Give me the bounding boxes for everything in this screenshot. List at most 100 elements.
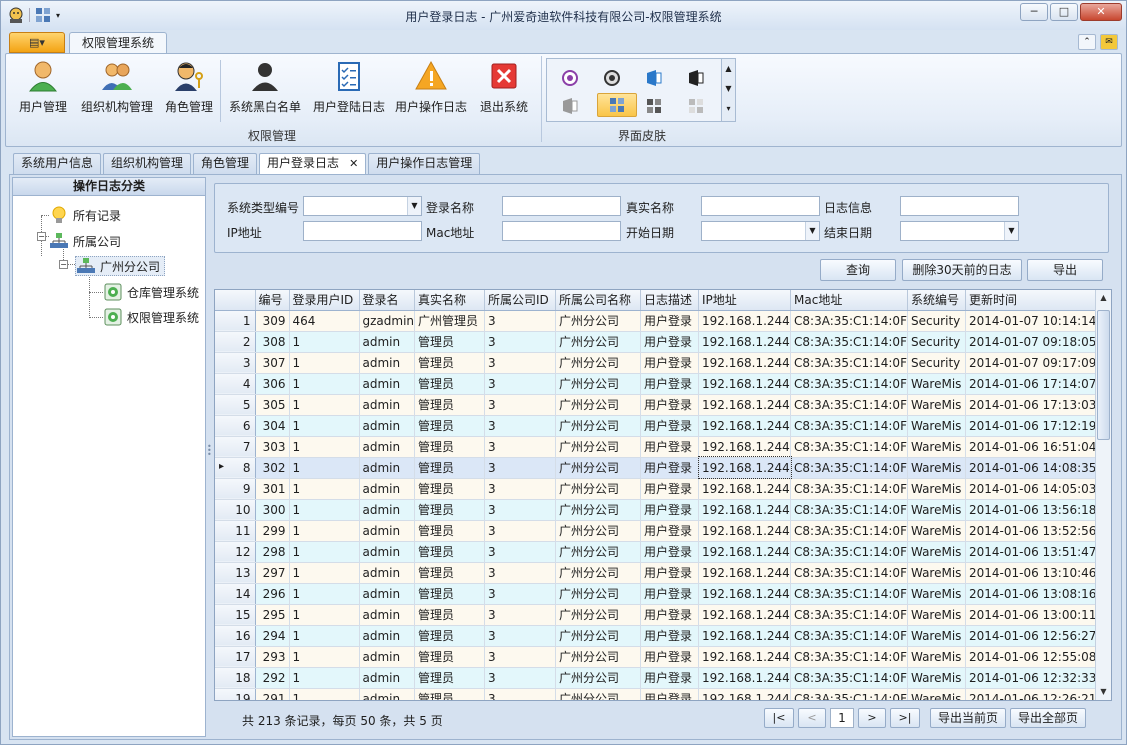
column-header[interactable]: 日志描述 <box>640 290 700 311</box>
export-all-pages-button[interactable]: 导出全部页 <box>1010 708 1086 728</box>
row-number[interactable]: 14 <box>215 583 256 605</box>
maximize-button[interactable]: □ <box>1050 3 1078 21</box>
chevron-down-icon[interactable]: ▼ <box>407 197 421 215</box>
tab-role-management[interactable]: 角色管理 <box>193 153 258 174</box>
app-menu-button[interactable]: ▤▾ <box>9 32 65 53</box>
tree-collapse-icon[interactable]: − <box>59 260 68 269</box>
table-row[interactable]: 17 293 1 admin 管理员 3 广州分公司 用户登录 192.168.1.244 C8:… <box>215 646 1104 668</box>
table-row[interactable]: 11 299 1 admin 管理员 3 广州分公司 用户登录 192.168.1.244 C8:… <box>215 520 1104 542</box>
column-header[interactable]: IP地址 <box>698 290 792 311</box>
chevron-down-icon[interactable]: ▼ <box>1004 222 1018 240</box>
ip-input[interactable] <box>303 221 422 241</box>
scroll-down-icon[interactable]: ▼ <box>1096 684 1111 700</box>
operation-log-button[interactable]: 用户操作日志 <box>392 58 470 118</box>
row-number[interactable]: 7 <box>215 436 256 458</box>
table-row[interactable]: 6 304 1 admin 管理员 3 广州分公司 用户登录 192.168.1.244 C8:3… <box>215 415 1104 437</box>
row-number[interactable]: 6 <box>215 415 256 437</box>
log-info-input[interactable] <box>900 196 1019 216</box>
table-row[interactable]: 12 298 1 admin 管理员 3 广州分公司 用户登录 192.168.1.244 C8:… <box>215 541 1104 563</box>
table-row[interactable]: 15 295 1 admin 管理员 3 广州分公司 用户登录 192.168.1.244 C8:… <box>215 604 1104 626</box>
delete-old-logs-button[interactable]: 删除30天前的日志 <box>902 259 1022 281</box>
first-page-button[interactable]: |< <box>764 708 794 728</box>
page-number-input[interactable]: 1 <box>830 708 854 728</box>
table-row[interactable]: 4 306 1 admin 管理员 3 广州分公司 用户登录 192.168.1.244 C8:3… <box>215 373 1104 395</box>
column-header[interactable]: 编号 <box>255 290 290 311</box>
row-number[interactable]: 10 <box>215 499 256 521</box>
table-row[interactable]: 1 309 464 gzadmin 广州管理员 3 广州分公司 用户登录 192.168.1.2… <box>215 310 1104 332</box>
tree-collapse-icon[interactable]: − <box>37 232 46 241</box>
skin-office-blue-icon[interactable] <box>645 69 663 87</box>
scroll-up-icon[interactable]: ▲ <box>1096 290 1111 306</box>
skin-office-silver-icon[interactable] <box>561 97 579 115</box>
export-button[interactable]: 导出 <box>1027 259 1103 281</box>
table-row-selected[interactable]: 8 ▸ 302 1 admin 管理员 3 广州分公司 用户登录 192.168.1.244 C8:… <box>215 456 1104 479</box>
table-row[interactable]: 18 292 1 admin 管理员 3 广州分公司 用户登录 192.168.1.244 C8:… <box>215 667 1104 689</box>
tree-node-all-records[interactable]: 所有记录 <box>49 205 121 225</box>
scroll-thumb[interactable] <box>1097 310 1110 440</box>
column-header[interactable]: 登录用户ID <box>289 290 360 311</box>
tab-login-log[interactable]: 用户登录日志 ✕ <box>259 153 367 175</box>
column-header[interactable]: 所属公司ID <box>484 290 557 311</box>
real-name-input[interactable] <box>701 196 820 216</box>
last-page-button[interactable]: >| <box>890 708 920 728</box>
table-row[interactable]: 5 305 1 admin 管理员 3 广州分公司 用户登录 192.168.1.244 C8:3… <box>215 394 1104 416</box>
panel-splitter[interactable]: • • • <box>207 443 212 459</box>
row-number[interactable]: 4 <box>215 373 256 395</box>
row-number[interactable]: 2 <box>215 331 256 353</box>
row-number[interactable]: 1 <box>215 310 256 332</box>
row-number[interactable]: 19 <box>215 688 256 700</box>
skin-tiles-dark-icon[interactable] <box>645 97 663 115</box>
org-management-button[interactable]: 组织机构管理 <box>76 58 158 118</box>
tab-system-users[interactable]: 系统用户信息 <box>13 153 102 174</box>
exit-system-button[interactable]: 退出系统 <box>474 58 534 118</box>
tree-node-permission-system[interactable]: 权限管理系统 <box>103 307 199 327</box>
column-header[interactable]: 登录名 <box>359 290 416 311</box>
row-number[interactable]: 17 <box>215 646 256 668</box>
table-row[interactable]: 9 301 1 admin 管理员 3 广州分公司 用户登录 192.168.1.244 C8:3… <box>215 478 1104 500</box>
table-row[interactable]: 3 307 1 admin 管理员 3 广州分公司 用户登录 192.168.1.244 C8:3… <box>215 352 1104 374</box>
next-page-button[interactable]: > <box>858 708 886 728</box>
row-number[interactable]: 16 <box>215 625 256 647</box>
skin-gallery-scroll[interactable]: ▲ ▼ ▾ <box>721 59 735 121</box>
role-management-button[interactable]: 角色管理 <box>160 58 218 118</box>
grid-vertical-scrollbar[interactable]: ▲ ▼ <box>1095 290 1111 700</box>
gallery-up-icon[interactable]: ▲ <box>722 59 735 79</box>
chevron-down-icon[interactable]: ▼ <box>805 222 819 240</box>
row-number[interactable]: 9 <box>215 478 256 500</box>
column-header[interactable]: 真实名称 <box>414 290 486 311</box>
table-row[interactable]: 13 297 1 admin 管理员 3 广州分公司 用户登录 192.168.1.244 C8:… <box>215 562 1104 584</box>
table-row[interactable]: 10 300 1 admin 管理员 3 广州分公司 用户登录 192.168.1.244 C8:… <box>215 499 1104 521</box>
login-name-input[interactable] <box>502 196 621 216</box>
export-current-page-button[interactable]: 导出当前页 <box>930 708 1006 728</box>
row-number[interactable]: 5 <box>215 394 256 416</box>
end-date-picker[interactable]: ▼ <box>900 221 1019 241</box>
gallery-down-icon[interactable]: ▼ <box>722 79 735 99</box>
tree-node-warehouse-system[interactable]: 仓库管理系统 <box>103 282 199 302</box>
tab-org-management[interactable]: 组织机构管理 <box>103 153 192 174</box>
column-header[interactable]: 更新时间 <box>965 290 1104 311</box>
login-log-button[interactable]: 用户登陆日志 <box>310 58 388 118</box>
prev-page-button[interactable]: < <box>798 708 826 728</box>
skin-selected-tiles-icon[interactable] <box>597 93 637 117</box>
blacklist-button[interactable]: 系统黑白名单 <box>226 58 304 118</box>
row-number[interactable]: 3 <box>215 352 256 374</box>
mac-input[interactable] <box>502 221 621 241</box>
column-header[interactable]: Mac地址 <box>790 290 908 311</box>
ribbon-tab-system[interactable]: 权限管理系统 <box>69 32 167 54</box>
row-number[interactable]: 18 <box>215 667 256 689</box>
query-button[interactable]: 查询 <box>820 259 896 281</box>
tree-node-guangzhou-branch[interactable]: 广州分公司 <box>75 256 166 276</box>
close-button[interactable]: ✕ <box>1080 3 1122 21</box>
ribbon-minimize-icon[interactable]: ⌃ <box>1078 34 1096 50</box>
table-row[interactable]: 14 296 1 admin 管理员 3 广州分公司 用户登录 192.168.1.244 C8:… <box>215 583 1104 605</box>
table-row[interactable]: 2 308 1 admin 管理员 3 广州分公司 用户登录 192.168.1.244 C8:3… <box>215 331 1104 353</box>
row-number[interactable]: 11 <box>215 520 256 542</box>
tab-operation-log[interactable]: 用户操作日志管理 <box>368 153 481 174</box>
sys-type-select[interactable]: ▼ <box>303 196 422 216</box>
start-date-picker[interactable]: ▼ <box>701 221 820 241</box>
column-header[interactable]: 所属公司名称 <box>555 290 642 311</box>
table-row[interactable]: 16 294 1 admin 管理员 3 广州分公司 用户登录 192.168.1.244 C8:… <box>215 625 1104 647</box>
skin-tiles-light-icon[interactable] <box>687 97 705 115</box>
skin-office-black-icon[interactable] <box>687 69 705 87</box>
row-number[interactable]: 13 <box>215 562 256 584</box>
